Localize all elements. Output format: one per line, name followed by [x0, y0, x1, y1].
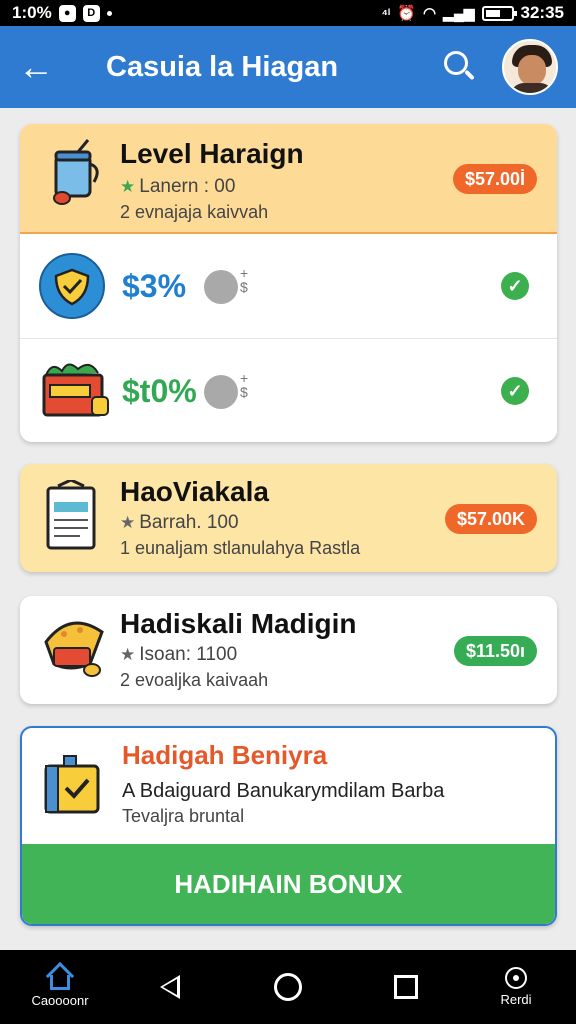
nav-right[interactable]: Rerdi: [494, 950, 538, 1024]
card-title: Level Haraign: [120, 138, 304, 169]
coin-icon: [204, 270, 238, 304]
app-bar: ← Casuia la Hiagan: [0, 26, 576, 108]
star-icon: ★: [120, 645, 136, 664]
avatar[interactable]: [502, 39, 558, 95]
price-badge: $11.50ı: [453, 636, 537, 666]
page-title: Casuia la Hiagan: [106, 50, 339, 83]
recents-square-icon: [394, 975, 418, 999]
list-item[interactable]: $t0% + $ ✓: [20, 338, 557, 442]
card-title: Hadigah Beniyra: [122, 740, 328, 770]
shield-icon: [39, 253, 105, 319]
price-badge: $57.00İ: [452, 164, 537, 194]
star-icon: ★: [120, 513, 136, 532]
card-subtitle: 2 evoaljka kaivaah: [120, 670, 269, 690]
battery-icon: [481, 5, 517, 21]
checkbox-icon: [44, 755, 100, 814]
card-subtitle: Tevaljra bruntal: [122, 806, 245, 826]
cup-icon: [53, 139, 99, 205]
gift-box-icon: [42, 363, 109, 417]
nav-home-label: Caoooonr: [31, 993, 89, 1008]
signal-icon: ⁴ᴵ: [381, 5, 391, 21]
nav-recents[interactable]: [390, 950, 422, 1024]
nav-home[interactable]: Caoooonr: [28, 950, 92, 1024]
nav-home-circle[interactable]: [270, 950, 306, 1024]
bonus-card: Hadigah Beniyra A Bdaiguard Banukarymdil…: [20, 726, 557, 926]
battery-level: [485, 9, 500, 17]
claim-bonus-button[interactable]: HADIHAIN BONUX: [22, 844, 555, 924]
card-subtitle: 1 eunaljam stlanulahya Rastla: [120, 538, 361, 558]
check-icon: ✓: [501, 272, 529, 300]
status-bar: 1:0% ● D ⁴ᴵ ⏰ ◠ ▂▄▆ 32:35: [0, 0, 576, 26]
card-meta: ★ Barrah. 100: [120, 512, 239, 533]
notification-app-icon-2: D: [82, 4, 100, 22]
nav-back[interactable]: [150, 950, 190, 1024]
home-icon: [45, 961, 75, 991]
list-item[interactable]: $3% + $ ✓: [20, 234, 557, 338]
reward-card-3[interactable]: Hadiskali Madigin ★ Isoan: 1100 2 evoaljk…: [20, 596, 557, 704]
reader-icon: [505, 967, 527, 989]
percent-value: $3%: [122, 268, 187, 304]
alarm-icon: ⏰: [397, 5, 416, 22]
star-icon: ★: [120, 177, 136, 196]
notification-app-icon: ●: [58, 4, 76, 22]
card-title: Hadiskali Madigin: [120, 608, 357, 639]
rewards-list: Level Haraign ★ Lanern : 00 2 evnajaja ka…: [0, 108, 576, 950]
card-meta: ★ Lanern : 00: [120, 176, 236, 197]
percent-value: $t0%: [122, 373, 197, 409]
card-title: HaoViakala: [120, 476, 269, 507]
card-subtitle: 2 evnajaja kaivvah: [120, 202, 269, 222]
document-icon: [46, 480, 96, 550]
coin-mark: + $: [240, 265, 249, 295]
level-card-header: Level Haraign ★ Lanern : 00 2 evnajaja ka…: [20, 124, 557, 234]
home-circle-icon: [274, 973, 302, 1001]
price-badge: $57.00K: [444, 504, 537, 534]
notification-dot-icon: [106, 10, 112, 16]
back-triangle-icon: [160, 975, 180, 999]
check-icon: ✓: [501, 377, 529, 405]
level-card[interactable]: Level Haraign ★ Lanern : 00 2 evnajaja ka…: [20, 124, 557, 442]
card-description: A Bdaiguard Banukarymdilam Barba: [122, 780, 445, 802]
status-left-text: 1:0%: [12, 3, 52, 22]
navigation-bar: Caoooonr Rerdi: [0, 950, 576, 1024]
search-icon[interactable]: [442, 49, 478, 85]
status-time: 32:35: [520, 3, 564, 22]
coin-icon: [204, 375, 238, 409]
pizza-icon: [44, 621, 104, 677]
cell-signal-icon: ▂▄▆: [443, 4, 475, 21]
reward-card-2[interactable]: HaoViakala ★ Barrah. 100 1 eunaljam stlan…: [20, 464, 557, 572]
coin-mark: + $: [240, 370, 249, 400]
wifi-icon: ◠: [422, 5, 437, 22]
nav-right-label: Rerdi: [500, 992, 532, 1007]
card-meta: ★ Isoan: 1100: [120, 644, 238, 665]
back-arrow-icon[interactable]: ←: [18, 49, 68, 85]
